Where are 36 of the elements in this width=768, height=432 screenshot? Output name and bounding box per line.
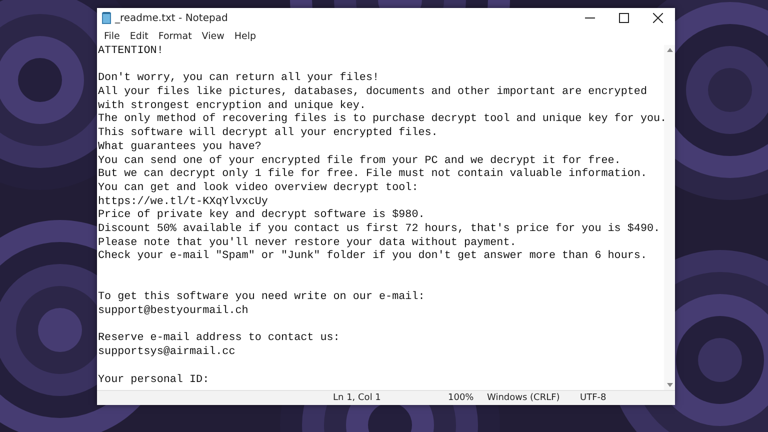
text-line: This software will decrypt all your encrypted files.: [98, 127, 439, 141]
text-line: https://we.tl/t-KXqYlvxcUy: [98, 196, 269, 209]
text-line: All your files like pictures, databases, documents and other important are encrypted: [98, 86, 648, 100]
text-line: ATTENTION!: [98, 45, 164, 59]
cursor-position: Ln 1, Col 1: [333, 393, 381, 403]
maximize-icon[interactable]: [619, 13, 629, 23]
text-line: support@bestyourmail.ch: [98, 305, 250, 319]
text-line: To get this software you need write on our e-mail:: [98, 291, 426, 305]
text-line: Your personal ID:: [98, 374, 210, 388]
scroll-down-icon[interactable]: [666, 383, 672, 387]
line-endings: Windows (CRLF): [487, 393, 560, 403]
text-line: You can get and look video overview decrypt tool:: [98, 182, 420, 196]
text-line: Don't worry, you can return all your files!: [98, 72, 380, 86]
scroll-up-icon[interactable]: [666, 48, 672, 52]
close-icon[interactable]: [653, 13, 663, 23]
text-line: What guarantees you have?: [98, 140, 262, 154]
window-title: _readme.txt - Notepad: [114, 12, 229, 24]
text-line: But we can decrypt only 1 file for free. File must not contain valuable information.: [98, 168, 648, 182]
menu-item[interactable]: View: [196, 31, 230, 42]
notepad-icon: [102, 12, 111, 24]
encoding: UTF-8: [580, 393, 606, 403]
text-line: The only method of recovering files is to purchase decrypt tool and unique key for you.: [98, 113, 664, 127]
zoom-level: 100%: [448, 393, 474, 403]
text-line: Please note that you'll never restore your data without payment.: [98, 236, 518, 250]
menu-item[interactable]: Format: [153, 31, 197, 42]
text-line: Price of private key and decrypt software is $980.: [98, 209, 426, 223]
scroll-bar[interactable]: [664, 45, 675, 390]
text-line: Reserve e-mail address to contact us:: [98, 332, 341, 346]
menu-item[interactable]: Help: [229, 31, 262, 42]
text-line: You can send one of your encrypted file from your PC and we decrypt it for free.: [98, 154, 622, 168]
menu-item[interactable]: File: [99, 31, 125, 42]
text-line: supportsys@airmail.cc: [98, 346, 236, 360]
text-line: Discount 50% available if you contact us first 72 hours, that's price for you is $490.: [98, 222, 662, 237]
text-line: with strongest encryption and unique key.: [98, 100, 367, 113]
text-line: Check your e-mail "Spam" or "Junk" folder if you don't get answer more than 6 hours.: [98, 250, 648, 264]
menu-item[interactable]: Edit: [124, 31, 154, 42]
